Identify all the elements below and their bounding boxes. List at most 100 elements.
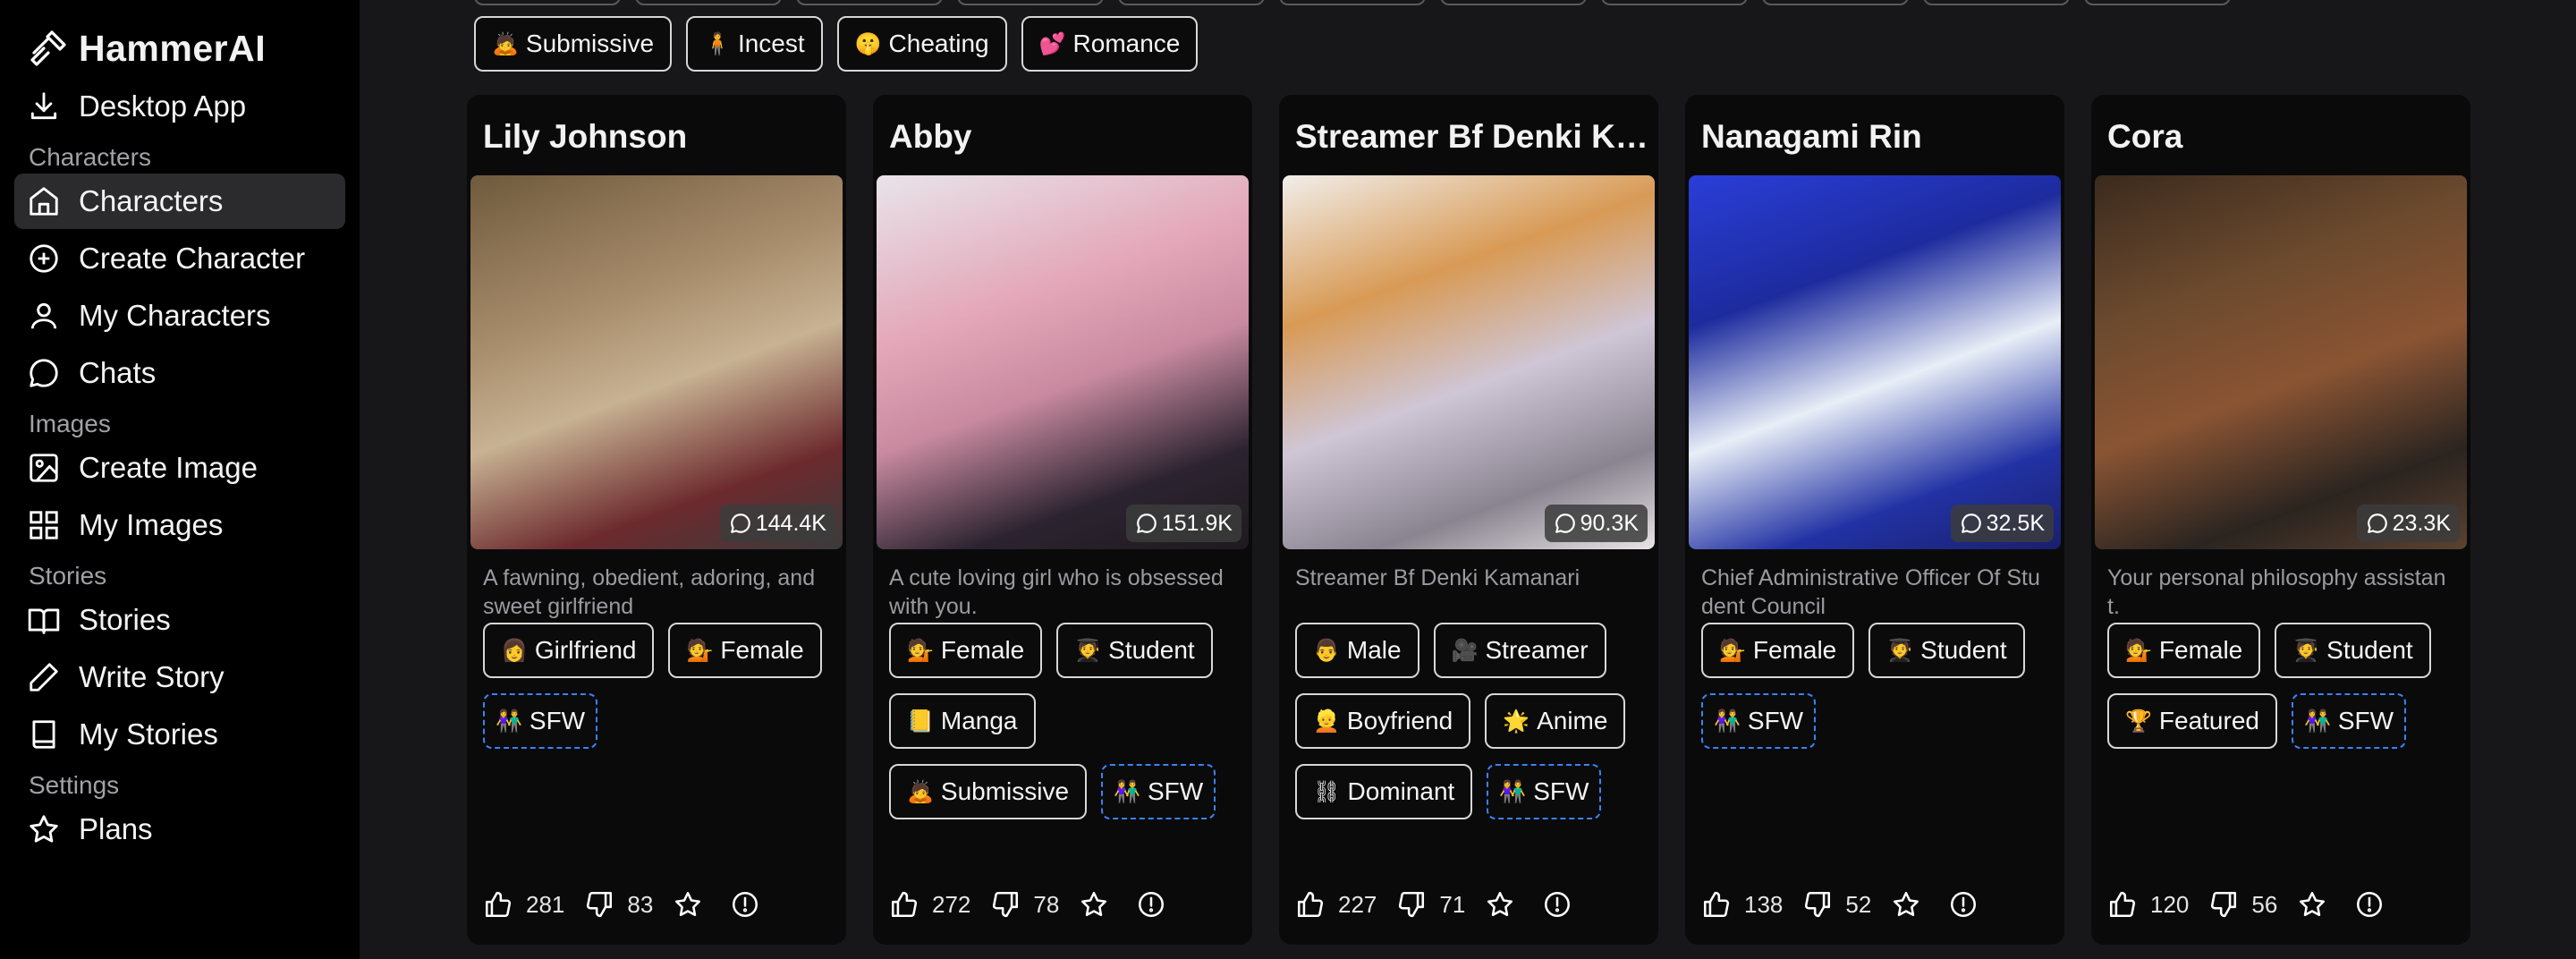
sfw-tag[interactable]: 👫 SFW bbox=[2291, 693, 2407, 749]
character-tag[interactable]: 💁 Female bbox=[668, 623, 822, 678]
favorite-button[interactable] bbox=[2297, 889, 2327, 920]
nav-label: Desktop App bbox=[79, 89, 247, 123]
nav-plans[interactable]: Plans bbox=[14, 802, 345, 857]
dislike-button[interactable]: 52 bbox=[1802, 889, 1871, 920]
filter-tag[interactable]: 🧍 Incest bbox=[686, 16, 823, 72]
character-tag[interactable]: ⛓ Dominant bbox=[1295, 764, 1473, 819]
thumbs-down-icon bbox=[993, 891, 1019, 918]
info-button[interactable] bbox=[2354, 889, 2385, 920]
favorite-button[interactable] bbox=[1079, 889, 1109, 920]
sfw-tag[interactable]: 👫 SFW bbox=[1701, 693, 1817, 749]
filter-tag[interactable]: 🙇 Submissive bbox=[474, 16, 673, 72]
character-avatar[interactable]: 151.9K bbox=[877, 175, 1249, 549]
character-avatar[interactable]: 23.3K bbox=[2095, 175, 2467, 549]
chat-count: 32.5K bbox=[1986, 510, 2045, 536]
sfw-tag[interactable]: 👫 SFW bbox=[1101, 764, 1216, 819]
nav-my-stories[interactable]: My Stories bbox=[14, 707, 345, 762]
character-tag[interactable]: 🧑‍🎓 Student bbox=[1868, 623, 2025, 678]
character-tag[interactable]: 👩 Girlfriend bbox=[483, 623, 655, 678]
nav-create-character[interactable]: Create Character bbox=[14, 231, 345, 286]
character-card[interactable]: Lily Johnson 144.4K A fawning, obedient, a… bbox=[467, 95, 846, 945]
thumbs-up-icon bbox=[1297, 891, 1324, 918]
sfw-tag[interactable]: 👫 SFW bbox=[483, 693, 598, 749]
nav-chats[interactable]: Chats bbox=[14, 345, 345, 401]
character-tag[interactable]: 👨 Male bbox=[1295, 623, 1419, 678]
character-tags: 💁 Female 🧑‍🎓 Student 🏆 Featured 👫 SFW bbox=[2095, 623, 2467, 749]
character-avatar[interactable]: 144.4K bbox=[470, 175, 843, 549]
star-icon bbox=[2300, 891, 2326, 917]
tag-label: Student bbox=[1108, 636, 1195, 664]
nav-desktop-app[interactable]: Desktop App bbox=[14, 79, 345, 134]
thumbs-down-icon bbox=[2211, 891, 2237, 918]
like-button[interactable]: 120 bbox=[2107, 889, 2189, 920]
chat-bubble-icon bbox=[1555, 513, 1575, 533]
tag-emoji: 👫 bbox=[496, 709, 522, 734]
favorite-button[interactable] bbox=[1891, 889, 1921, 920]
character-tag[interactable]: 🧑‍🎓 Student bbox=[2275, 623, 2431, 678]
like-button[interactable]: 281 bbox=[483, 889, 564, 920]
nav-stories[interactable]: Stories bbox=[14, 592, 345, 648]
dislike-button[interactable]: 78 bbox=[990, 889, 1059, 920]
thumbs-up-icon bbox=[891, 891, 918, 918]
like-button[interactable]: 227 bbox=[1295, 889, 1377, 920]
nav-characters[interactable]: Characters bbox=[14, 174, 345, 229]
nav-my-characters[interactable]: My Characters bbox=[14, 288, 345, 344]
character-tags: 💁 Female 🧑‍🎓 Student 👫 SFW bbox=[1689, 623, 2061, 749]
character-tag[interactable]: 💁 Female bbox=[2107, 623, 2261, 678]
tag-label: Girlfriend bbox=[534, 636, 637, 664]
character-card[interactable]: Streamer Bf Denki Kamanari 90.3K Streamer … bbox=[1279, 95, 1658, 945]
character-tag[interactable]: 🏆 Featured bbox=[2107, 693, 2277, 749]
chat-count-badge: 144.4K bbox=[719, 505, 835, 542]
info-button[interactable] bbox=[1948, 889, 1979, 920]
character-avatar[interactable]: 32.5K bbox=[1689, 175, 2061, 549]
open-book-icon bbox=[28, 608, 60, 634]
sfw-tag[interactable]: 👫 SFW bbox=[1487, 764, 1602, 819]
character-tag[interactable]: 🧑‍🎓 Student bbox=[1056, 623, 1213, 678]
user-icon bbox=[30, 302, 57, 329]
like-button[interactable]: 272 bbox=[889, 889, 970, 920]
character-tag[interactable]: 🙇 Submissive bbox=[889, 764, 1088, 819]
character-tag[interactable]: 🌟 Anime bbox=[1485, 693, 1626, 749]
character-avatar[interactable]: 90.3K bbox=[1283, 175, 1655, 549]
filter-tag[interactable]: 💕 Romance bbox=[1021, 16, 1199, 72]
star-icon bbox=[1487, 891, 1513, 917]
dislike-button[interactable]: 71 bbox=[1396, 889, 1465, 920]
character-tag[interactable]: 👱 Boyfriend bbox=[1295, 693, 1471, 749]
tag-label: Incest bbox=[737, 30, 805, 57]
nav-my-images[interactable]: My Images bbox=[14, 497, 345, 553]
tag-emoji: 🙇 bbox=[492, 31, 519, 56]
info-button[interactable] bbox=[1136, 889, 1166, 920]
star-icon bbox=[1894, 891, 1919, 917]
chat-bubble-icon bbox=[1961, 513, 1981, 533]
info-button[interactable] bbox=[1542, 889, 1572, 920]
character-card[interactable]: Abby 151.9K A cute loving girl who is obse… bbox=[873, 95, 1252, 945]
favorite-button[interactable] bbox=[1485, 889, 1515, 920]
tag-emoji: 💕 bbox=[1038, 31, 1066, 56]
character-tag[interactable]: 💁 Female bbox=[1701, 623, 1855, 678]
favorite-button[interactable] bbox=[673, 889, 703, 920]
nav-write-story[interactable]: Write Story bbox=[14, 649, 345, 705]
tag-label: Female bbox=[1752, 636, 1837, 664]
info-icon bbox=[733, 891, 758, 918]
info-button[interactable] bbox=[730, 889, 760, 920]
dislike-button[interactable]: 56 bbox=[2208, 889, 2277, 920]
like-button[interactable]: 138 bbox=[1701, 889, 1783, 920]
star-icon bbox=[1081, 891, 1107, 917]
character-tag[interactable]: 🎥 Streamer bbox=[1433, 623, 1606, 678]
tag-emoji: 💁 bbox=[907, 638, 934, 663]
character-card[interactable]: Cora 23.3K Your personal philosophy assist… bbox=[2091, 95, 2470, 945]
section-label-characters: Characters bbox=[29, 143, 151, 171]
brand[interactable]: HammerAI bbox=[14, 23, 345, 73]
character-card[interactable]: Nanagami Rin 32.5K Chief Administrative Of… bbox=[1685, 95, 2064, 945]
like-count: 281 bbox=[526, 890, 565, 918]
card-actions: 227 71 bbox=[1295, 889, 1599, 920]
filter-tag[interactable]: 🤫 Cheating bbox=[836, 16, 1007, 72]
nav-create-image[interactable]: Create Image bbox=[14, 440, 345, 496]
character-tag[interactable]: 📒 Manga bbox=[889, 693, 1036, 749]
tag-emoji: 👩 bbox=[501, 638, 528, 663]
info-icon bbox=[1139, 891, 1165, 918]
scrolled-tag-row bbox=[474, 0, 2231, 5]
dislike-button[interactable]: 83 bbox=[584, 889, 653, 920]
character-tag[interactable]: 💁 Female bbox=[889, 623, 1043, 678]
tag-emoji: 📒 bbox=[907, 709, 934, 734]
